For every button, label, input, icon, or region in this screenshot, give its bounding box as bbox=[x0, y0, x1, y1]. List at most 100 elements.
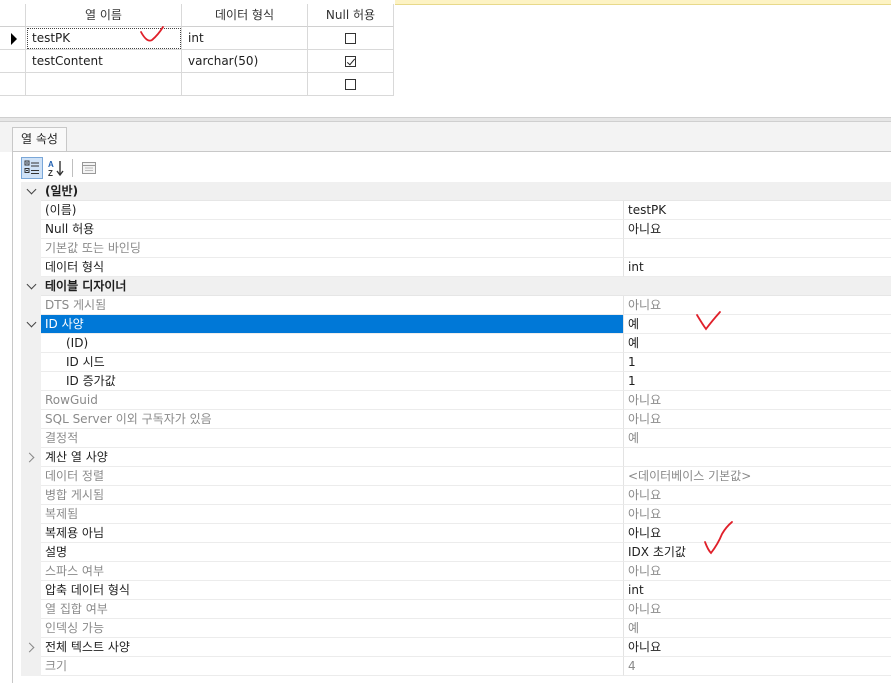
property-row[interactable]: ID 증가값 1 bbox=[21, 372, 891, 391]
allow-nulls-checkbox[interactable] bbox=[345, 78, 356, 90]
column-name-cell[interactable] bbox=[26, 73, 182, 96]
property-category-row[interactable]: 테이블 디자이너 bbox=[21, 277, 891, 296]
data-type-cell[interactable]: int bbox=[182, 27, 308, 50]
property-value[interactable]: 예 bbox=[624, 429, 891, 448]
svg-text:A: A bbox=[48, 160, 54, 169]
chevron-down-icon[interactable] bbox=[26, 184, 36, 195]
column-name-header[interactable]: 열 이름 bbox=[26, 4, 182, 27]
alphabetical-button[interactable]: A Z bbox=[45, 157, 67, 179]
categorized-button[interactable] bbox=[21, 157, 43, 179]
allow-nulls-checkbox[interactable] bbox=[345, 55, 356, 67]
column-name-cell[interactable]: testContent bbox=[26, 50, 182, 73]
property-row[interactable]: 인덱싱 가능 예 bbox=[21, 619, 891, 638]
property-row[interactable]: 전체 텍스트 사양 아니요 bbox=[21, 638, 891, 657]
property-row[interactable]: 계산 열 사양 bbox=[21, 448, 891, 467]
chevron-right-icon[interactable] bbox=[24, 452, 35, 463]
property-value[interactable]: 아니요 bbox=[624, 220, 891, 239]
row-selector[interactable] bbox=[0, 50, 26, 73]
property-value[interactable]: 아니요 bbox=[624, 600, 891, 619]
column-grid-row[interactable]: testPK int bbox=[0, 27, 394, 50]
property-row[interactable]: 결정적 예 bbox=[21, 429, 891, 448]
expander-gutter bbox=[21, 657, 41, 676]
row-selector[interactable] bbox=[0, 27, 26, 50]
property-value[interactable]: 아니요 bbox=[624, 638, 891, 657]
property-row[interactable]: 데이터 정렬 <데이터베이스 기본값> bbox=[21, 467, 891, 486]
property-value[interactable]: 예 bbox=[624, 334, 891, 353]
property-name: ID 시드 bbox=[41, 353, 624, 372]
chevron-down-icon[interactable] bbox=[26, 279, 36, 290]
property-value[interactable]: testPK bbox=[624, 201, 891, 220]
property-row[interactable]: 데이터 형식 int bbox=[21, 258, 891, 277]
property-row[interactable]: 복제됨 아니요 bbox=[21, 505, 891, 524]
expander-gutter bbox=[21, 467, 41, 486]
property-category-row[interactable]: (일반) bbox=[21, 182, 891, 201]
property-value[interactable]: 예 bbox=[624, 315, 891, 334]
property-value[interactable]: 아니요 bbox=[624, 562, 891, 581]
property-row[interactable]: (이름) testPK bbox=[21, 201, 891, 220]
property-row[interactable]: 설명 IDX 초기값 bbox=[21, 543, 891, 562]
property-value[interactable]: 아니요 bbox=[624, 524, 891, 543]
row-selector[interactable] bbox=[0, 73, 26, 96]
property-value[interactable]: int bbox=[624, 258, 891, 277]
property-row[interactable]: 복제용 아님 아니요 bbox=[21, 524, 891, 543]
property-value[interactable]: 아니요 bbox=[624, 410, 891, 429]
property-value[interactable]: 1 bbox=[624, 372, 891, 391]
property-row[interactable]: DTS 게시됨 아니요 bbox=[21, 296, 891, 315]
property-row[interactable]: ID 시드 1 bbox=[21, 353, 891, 372]
property-row[interactable]: 병합 게시됨 아니요 bbox=[21, 486, 891, 505]
column-grid-header: 열 이름 데이터 형식 Null 허용 bbox=[0, 4, 394, 27]
property-value[interactable]: 아니요 bbox=[624, 391, 891, 410]
property-value[interactable] bbox=[624, 448, 891, 467]
chevron-right-icon[interactable] bbox=[24, 642, 35, 653]
property-name: 크기 bbox=[41, 657, 624, 676]
toolbar-separator bbox=[72, 159, 73, 177]
property-row[interactable]: SQL Server 이외 구독자가 있음 아니요 bbox=[21, 410, 891, 429]
property-name: 병합 게시됨 bbox=[41, 486, 624, 505]
property-value[interactable]: 아니요 bbox=[624, 505, 891, 524]
expander-gutter bbox=[21, 486, 41, 505]
property-value[interactable]: int bbox=[624, 581, 891, 600]
column-name-cell[interactable]: testPK bbox=[26, 27, 182, 50]
chevron-down-icon[interactable] bbox=[26, 317, 36, 328]
expander-gutter bbox=[21, 258, 41, 277]
column-grid-row[interactable] bbox=[0, 73, 394, 96]
property-value[interactable]: <데이터베이스 기본값> bbox=[624, 467, 891, 486]
property-name: 열 집합 여부 bbox=[41, 600, 624, 619]
property-name: 기본값 또는 바인딩 bbox=[41, 239, 624, 258]
data-type-header[interactable]: 데이터 형식 bbox=[182, 4, 308, 27]
property-value[interactable]: 1 bbox=[624, 353, 891, 372]
property-row[interactable]: 스파스 여부 아니요 bbox=[21, 562, 891, 581]
property-row[interactable]: 크기 4 bbox=[21, 657, 891, 676]
property-name: 인덱싱 가능 bbox=[41, 619, 624, 638]
property-value[interactable] bbox=[624, 239, 891, 258]
property-row[interactable]: (ID) 예 bbox=[21, 334, 891, 353]
property-value[interactable]: 아니요 bbox=[624, 296, 891, 315]
allow-nulls-cell bbox=[308, 73, 394, 96]
property-name: 결정적 bbox=[41, 429, 624, 448]
expander-gutter bbox=[21, 239, 41, 258]
allow-nulls-checkbox[interactable] bbox=[345, 32, 356, 44]
property-value[interactable]: 4 bbox=[624, 657, 891, 676]
expander-gutter bbox=[21, 277, 41, 296]
property-pages-button[interactable] bbox=[78, 157, 100, 179]
property-row[interactable]: RowGuid 아니요 bbox=[21, 391, 891, 410]
expander-gutter bbox=[21, 562, 41, 581]
property-row[interactable]: Null 허용 아니요 bbox=[21, 220, 891, 239]
property-value[interactable]: 예 bbox=[624, 619, 891, 638]
expander-gutter bbox=[21, 391, 41, 410]
current-row-pointer-icon bbox=[11, 33, 17, 45]
property-value[interactable]: IDX 초기값 bbox=[624, 543, 891, 562]
property-row[interactable]: 열 집합 여부 아니요 bbox=[21, 600, 891, 619]
property-value[interactable]: 아니요 bbox=[624, 486, 891, 505]
sort-az-icon: A Z bbox=[48, 160, 64, 177]
allow-nulls-header[interactable]: Null 허용 bbox=[308, 4, 394, 27]
property-row[interactable]: 기본값 또는 바인딩 bbox=[21, 239, 891, 258]
column-grid-row[interactable]: testContent varchar(50) bbox=[0, 50, 394, 73]
data-type-cell[interactable] bbox=[182, 73, 308, 96]
property-row[interactable]: ID 사양 예 bbox=[21, 315, 891, 334]
expander-gutter bbox=[21, 524, 41, 543]
property-name: ID 사양 bbox=[41, 315, 624, 334]
property-row[interactable]: 압축 데이터 형식 int bbox=[21, 581, 891, 600]
tab-column-properties[interactable]: 열 속성 bbox=[12, 127, 67, 152]
data-type-cell[interactable]: varchar(50) bbox=[182, 50, 308, 73]
